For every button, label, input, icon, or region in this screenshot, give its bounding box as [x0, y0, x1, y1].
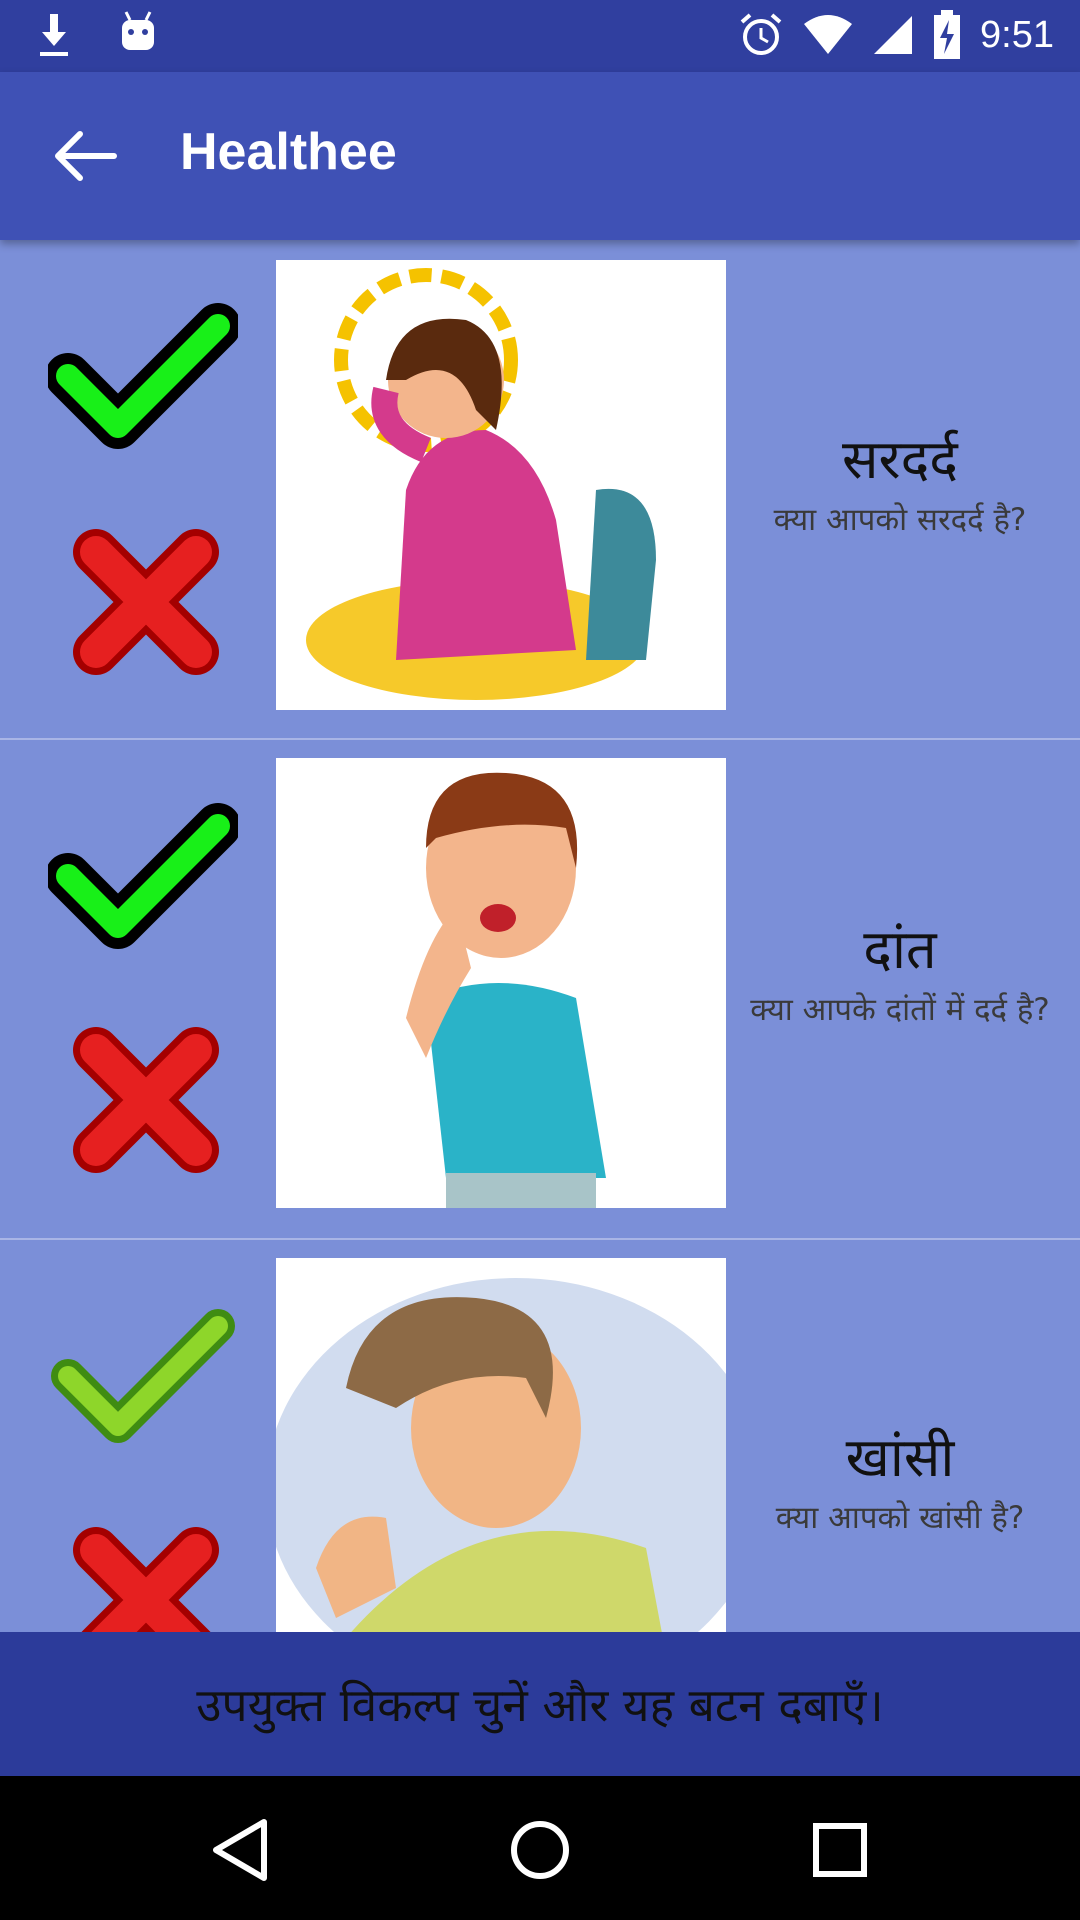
check-icon[interactable] — [48, 296, 238, 456]
android-icon — [122, 11, 154, 50]
toothache-illustration — [276, 758, 726, 1208]
cough-illustration — [276, 1258, 726, 1632]
alarm-icon — [740, 13, 782, 55]
navigation-bar — [0, 1776, 1080, 1920]
battery-charging-icon — [934, 10, 961, 59]
app-bar: Healthee — [0, 72, 1080, 240]
symptom-row-tooth: दांत क्या आपके दांतों में दर्द है? — [0, 740, 1080, 1240]
home-circle-icon[interactable] — [500, 1810, 580, 1890]
back-triangle-icon[interactable] — [202, 1810, 282, 1890]
download-icon — [40, 14, 68, 56]
signal-icon — [874, 16, 913, 54]
cross-icon[interactable] — [66, 1520, 226, 1632]
arrow-left-icon[interactable] — [50, 128, 120, 184]
clock-time: 9:51 — [980, 13, 1054, 56]
recents-square-icon[interactable] — [800, 1810, 880, 1890]
wifi-icon — [804, 15, 853, 54]
headache-illustration — [276, 260, 726, 710]
symptom-question: क्या आपके दांतों में दर्द है? — [750, 992, 1050, 1028]
symptom-row-headache: सरदर्द क्या आपको सरदर्द है? — [0, 240, 1080, 740]
cross-icon[interactable] — [66, 1020, 226, 1180]
symptom-row-cough: खांसी क्या आपको खांसी है? — [0, 1238, 1080, 1632]
symptom-title: सरदर्द — [842, 428, 958, 491]
submit-button[interactable]: उपयुक्त विकल्प चुनें और यह बटन दबाएँ। — [0, 1632, 1080, 1776]
symptom-title: खांसी — [845, 1426, 955, 1489]
app-title: Healthee — [180, 123, 397, 181]
symptom-title: दांत — [863, 918, 937, 981]
cross-icon[interactable] — [66, 522, 226, 682]
symptom-question: क्या आपको खांसी है? — [775, 1500, 1025, 1536]
check-icon[interactable] — [48, 1296, 238, 1456]
check-icon[interactable] — [48, 796, 238, 956]
symptom-question: क्या आपको सरदर्द है? — [773, 502, 1027, 538]
status-bar: 9:51 — [0, 0, 1080, 72]
symptom-list: सरदर्द क्या आपको सरदर्द है? दांत क्या आप… — [0, 240, 1080, 1632]
